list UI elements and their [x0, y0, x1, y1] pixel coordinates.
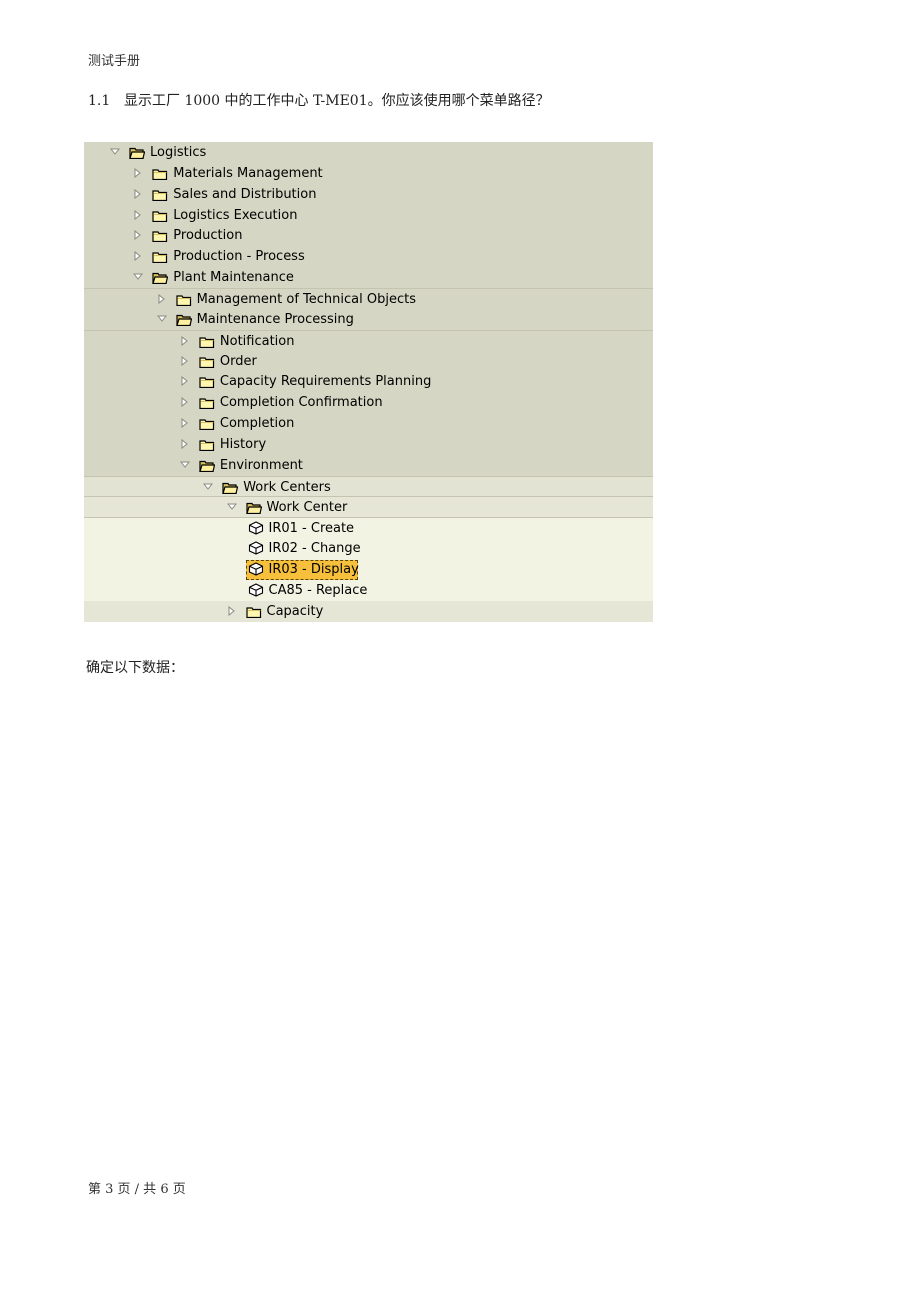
tree-node[interactable]: Logistics Execution	[84, 204, 653, 226]
collapsed-arrow-icon[interactable]	[133, 251, 143, 262]
folder-icon	[199, 377, 214, 389]
tree-node-label: Logistics Execution	[173, 207, 298, 223]
collapsed-arrow-icon[interactable]	[180, 397, 190, 408]
tree-node[interactable]: Management of Technical Objects	[84, 287, 653, 310]
tree-node-label: Completion	[219, 416, 295, 432]
expanded-arrow-icon[interactable]	[133, 272, 144, 282]
collapsed-arrow-icon[interactable]	[133, 188, 143, 199]
tree-node[interactable]: CA85 - Replace	[84, 579, 653, 601]
open-folder-icon	[199, 460, 215, 472]
tree-node-label: Maintenance Processing	[196, 311, 354, 327]
tree-node[interactable]: IR03 - Display	[84, 559, 653, 580]
question-text: 显示工厂 1000 中的工作中心 T-ME01。你应该使用哪个菜单路径？	[124, 93, 550, 109]
transaction-cube-icon	[248, 562, 263, 576]
tree-node[interactable]: Sales and Distribution	[84, 183, 653, 205]
document-header: 测试手册	[88, 54, 141, 69]
tree-node-label: Environment	[219, 457, 303, 473]
folder-icon	[152, 190, 168, 201]
folder-icon	[199, 440, 214, 451]
tree-node[interactable]: Completion Confirmation	[84, 392, 653, 414]
collapsed-arrow-icon[interactable]	[180, 376, 190, 387]
tree-node-label: History	[219, 436, 267, 452]
open-folder-icon	[222, 482, 239, 494]
collapsed-arrow-icon[interactable]	[180, 418, 190, 429]
tree-node[interactable]: Capacity	[84, 600, 653, 622]
tree-node-label: Production - Process	[173, 249, 305, 265]
open-folder-icon	[152, 272, 169, 285]
tree-node-label: Capacity	[266, 603, 324, 619]
folder-icon	[152, 169, 168, 180]
page-number: 第 3 页 / 共 6 页	[88, 1182, 186, 1197]
collapsed-arrow-icon[interactable]	[227, 605, 237, 616]
collapsed-arrow-icon[interactable]	[133, 230, 143, 241]
transaction-cube-icon	[248, 521, 263, 535]
expanded-arrow-icon[interactable]	[179, 460, 190, 470]
tree-node[interactable]: IR02 - Change	[84, 538, 653, 560]
tree-node[interactable]: Work Center	[84, 496, 653, 519]
tree-node-label: Work Centers	[243, 479, 331, 495]
sap-menu-tree: Logistics Materials Management Sales and D…	[84, 142, 653, 622]
tree-node[interactable]: History	[84, 433, 653, 455]
tree-node[interactable]: Materials Management	[84, 162, 653, 184]
expanded-arrow-icon[interactable]	[226, 502, 237, 512]
question: 1.1 显示工厂 1000 中的工作中心 T-ME01。你应该使用哪个菜单路径？	[88, 90, 550, 110]
tree-node-label: Plant Maintenance	[173, 270, 294, 286]
folder-icon	[199, 356, 214, 368]
tree-node[interactable]: Logistics	[84, 142, 653, 163]
tree-node-label: Materials Management	[173, 165, 323, 181]
transaction-label: IR02 - Change	[268, 541, 361, 557]
tree-node[interactable]: Plant Maintenance	[84, 267, 653, 289]
tree-node[interactable]: Order	[84, 350, 653, 372]
tree-node-label: Completion Confirmation	[219, 395, 383, 411]
prompt-text: 确定以下数据：	[86, 660, 184, 676]
tree-node-label: Notification	[219, 333, 295, 349]
folder-icon	[245, 607, 261, 618]
tree-node-label: Work Center	[266, 500, 348, 516]
tree-node[interactable]: Production	[84, 225, 653, 247]
tree-node[interactable]: Notification	[84, 329, 653, 352]
expanded-arrow-icon[interactable]	[203, 482, 214, 492]
tree-node-label: Order	[219, 353, 257, 369]
folder-icon	[199, 419, 214, 431]
tree-node-label: Capacity Requirements Planning	[219, 374, 432, 390]
tree-node-label: Management of Technical Objects	[196, 291, 416, 307]
tree-node[interactable]: Environment	[84, 454, 653, 476]
open-folder-icon	[245, 503, 262, 515]
open-folder-icon	[175, 314, 192, 326]
folder-icon	[152, 210, 168, 222]
transaction-cube-icon	[248, 583, 263, 597]
collapsed-arrow-icon[interactable]	[133, 209, 143, 220]
expanded-arrow-icon[interactable]	[156, 314, 167, 324]
tree-node-label: Sales and Distribution	[173, 186, 317, 202]
folder-icon	[199, 337, 214, 348]
tree-node-label: Logistics	[150, 145, 207, 160]
collapsed-arrow-icon[interactable]	[157, 293, 167, 304]
folder-icon	[152, 231, 168, 243]
question-number: 1.1	[88, 93, 111, 109]
transaction-label: CA85 - Replace	[268, 582, 368, 598]
tree-node[interactable]: IR01 - Create	[84, 517, 653, 540]
expanded-arrow-icon[interactable]	[110, 147, 120, 157]
transaction-label: IR01 - Create	[268, 521, 355, 537]
tree-node[interactable]: Completion	[84, 413, 653, 435]
folder-icon	[175, 295, 191, 306]
tree-node[interactable]: Maintenance Processing	[84, 308, 653, 330]
collapsed-arrow-icon[interactable]	[133, 167, 143, 178]
transaction-cube-icon	[248, 541, 263, 555]
open-folder-icon	[129, 147, 145, 159]
folder-icon	[152, 252, 168, 264]
tree-node[interactable]: Capacity Requirements Planning	[84, 371, 653, 393]
collapsed-arrow-icon[interactable]	[180, 335, 190, 346]
collapsed-arrow-icon[interactable]	[180, 355, 190, 366]
collapsed-arrow-icon[interactable]	[180, 438, 190, 449]
folder-icon	[199, 398, 214, 410]
tree-node-label: Production	[173, 228, 243, 244]
selected-transaction-label: IR03 - Display	[268, 562, 359, 577]
tree-node[interactable]: Work Centers	[84, 475, 653, 498]
tree-node[interactable]: Production - Process	[84, 246, 653, 268]
